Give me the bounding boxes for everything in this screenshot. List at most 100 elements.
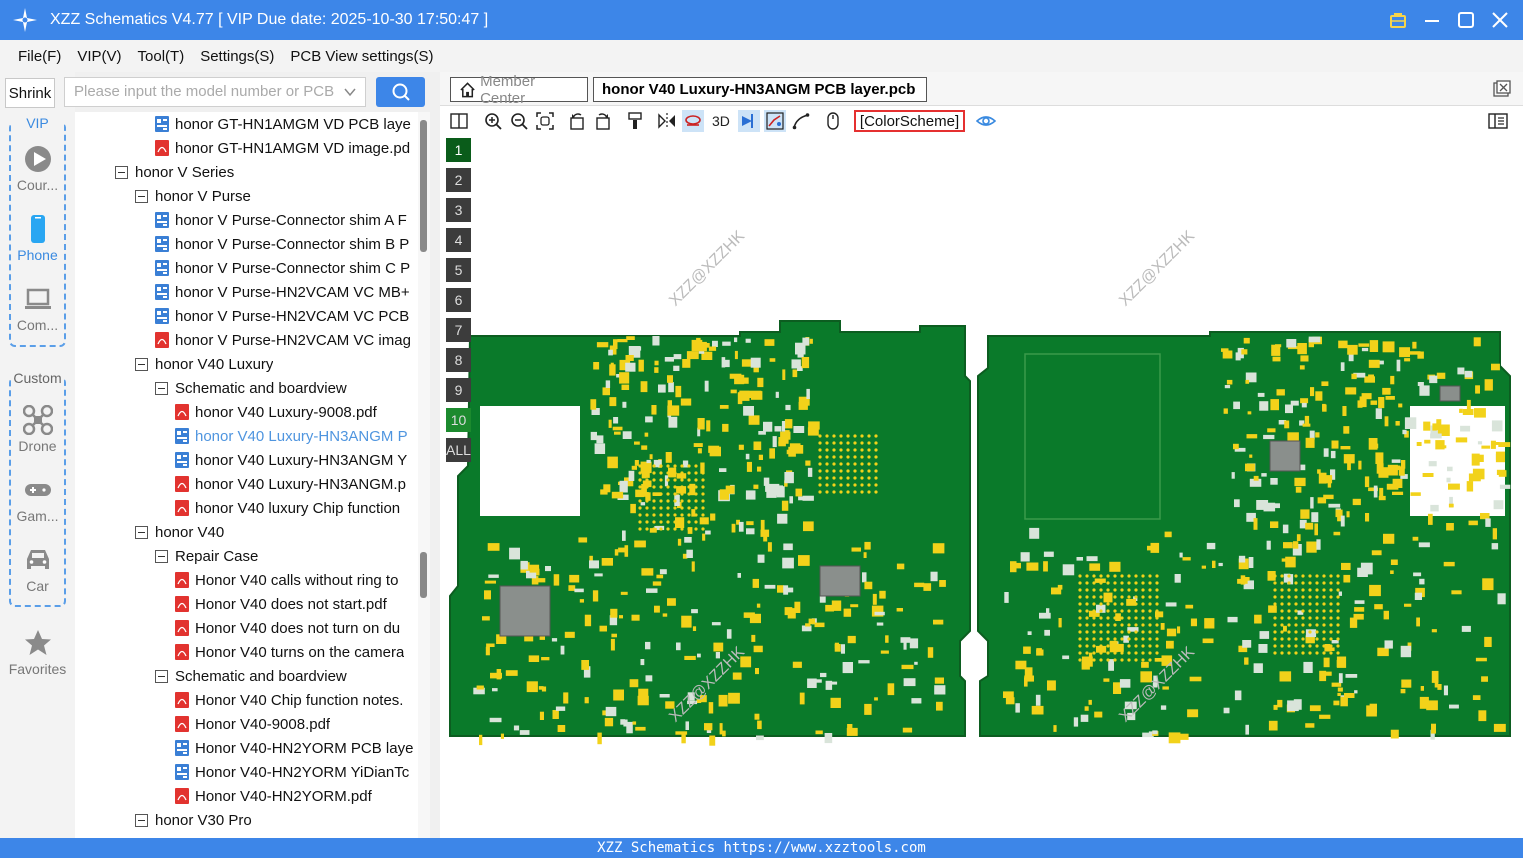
nav-computer[interactable]: Com... [11, 284, 64, 333]
rotate-left-icon[interactable] [566, 110, 588, 132]
mirror-icon[interactable] [656, 110, 678, 132]
maximize-button[interactable] [1453, 7, 1479, 33]
tree-scroll-thumb-secondary[interactable] [420, 552, 427, 598]
layer-button[interactable]: ALL [446, 438, 471, 462]
collapse-toggle-icon[interactable] [135, 813, 148, 827]
layer-button[interactable]: 1 [446, 138, 471, 162]
chevron-down-icon[interactable] [343, 85, 357, 99]
search-button[interactable] [376, 77, 425, 107]
split-view-icon[interactable] [448, 110, 470, 132]
tree-folder[interactable]: honor V40 Luxury [135, 352, 273, 376]
favorites-label: Favorites [8, 661, 67, 677]
menu-vip[interactable]: VIP(V) [69, 48, 129, 65]
tree-scrollbar[interactable] [418, 112, 430, 838]
mouse-icon[interactable] [822, 110, 844, 132]
tree-file[interactable]: honor V Purse-Connector shim A F [155, 208, 407, 232]
tree-item-label: honor GT-HN1AMGM VD PCB laye [175, 115, 411, 133]
three-d-button[interactable]: 3D [708, 110, 734, 132]
menu-pcb-view-settings[interactable]: PCB View settings(S) [282, 48, 441, 65]
layer-button[interactable]: 9 [446, 378, 471, 402]
collapse-toggle-icon[interactable] [115, 165, 128, 179]
tab-member-center[interactable]: Member Center [450, 73, 588, 107]
layer-button[interactable]: 6 [446, 288, 471, 312]
tree-file[interactable]: honor V40 Luxury-HN3ANGM P [175, 424, 408, 448]
tree-file[interactable]: Honor V40-HN2YORM PCB laye [175, 736, 413, 760]
tree-file[interactable]: Honor V40 turns on the camera [175, 640, 404, 664]
tree-folder[interactable]: Schematic and boardview [155, 664, 347, 688]
tree-folder[interactable]: honor V Series [115, 160, 234, 184]
tree-file[interactable]: honor V Purse-HN2VCAM VC imag [155, 328, 411, 352]
tree-file[interactable]: honor GT-HN1AMGM VD image.pd [155, 136, 410, 160]
nav-phone[interactable]: Phone [11, 214, 64, 263]
menu-tool[interactable]: Tool(T) [130, 48, 193, 65]
close-button[interactable] [1487, 7, 1513, 33]
tree-file[interactable]: honor GT-HN1AMGM VD PCB laye [155, 112, 411, 136]
tab-active-pcb[interactable]: honor V40 Luxury-HN3ANGM PCB layer.pcb [593, 77, 927, 102]
tree-file[interactable]: honor V40 Luxury-9008.pdf [175, 400, 377, 424]
layer-button[interactable]: 2 [446, 168, 471, 192]
tree-file[interactable]: Honor V40 calls without ring to [175, 568, 398, 592]
zoom-out-icon[interactable] [508, 110, 530, 132]
color-scheme-button[interactable]: [ColorScheme] [853, 110, 966, 132]
nav-games[interactable]: Gam... [11, 475, 64, 524]
nav-drone[interactable]: Drone [11, 405, 64, 454]
tree-file[interactable]: honor V40 luxury Chip function [175, 496, 400, 520]
nav-phone-label: Phone [17, 247, 58, 263]
nav-courses[interactable]: Cour... [11, 144, 64, 193]
tree-file[interactable]: honor V40 Luxury-HN3ANGM.p [175, 472, 406, 496]
tree-folder[interactable]: honor V30 Pro [135, 808, 252, 832]
tree-file[interactable]: honor V Purse-Connector shim B P [155, 232, 409, 256]
layer-button[interactable]: 8 [446, 348, 471, 372]
collapse-toggle-icon[interactable] [135, 525, 148, 539]
eye-icon[interactable] [975, 110, 997, 132]
tree-folder[interactable]: Schematic and boardview [155, 376, 347, 400]
layer-view-icon[interactable] [682, 110, 704, 132]
layer-button[interactable]: 3 [446, 198, 471, 222]
shrink-button[interactable]: Shrink [5, 78, 55, 108]
tree-file[interactable]: Honor V40-9008.pdf [175, 712, 330, 736]
layer-button[interactable]: 4 [446, 228, 471, 252]
menu-file[interactable]: File(F) [10, 48, 69, 65]
tree-scroll-thumb[interactable] [420, 120, 427, 252]
collapse-toggle-icon[interactable] [155, 669, 168, 683]
collapse-toggle-icon[interactable] [155, 549, 168, 563]
net-highlight-icon[interactable] [763, 110, 786, 132]
zoom-in-icon[interactable] [482, 110, 504, 132]
tree-folder[interactable]: honor V Purse [135, 184, 251, 208]
collapse-toggle-icon[interactable] [155, 381, 168, 395]
tree-item-label: honor V30 Pro [155, 811, 252, 829]
tree-item-label: honor V40 Luxury-HN3ANGM Y [195, 451, 408, 469]
vip-bag-icon[interactable] [1385, 7, 1411, 33]
paint-brush-icon[interactable] [624, 110, 646, 132]
minimize-button[interactable] [1419, 7, 1445, 33]
tree-file[interactable]: Honor V40 Chip function notes. [175, 688, 403, 712]
search-input[interactable]: Please input the model number or PCB [64, 77, 366, 107]
tree-folder[interactable]: Repair Case [155, 544, 258, 568]
collapse-toggle-icon[interactable] [135, 189, 148, 203]
close-all-tabs-icon[interactable] [1493, 80, 1511, 98]
tree-file[interactable]: honor V Purse-HN2VCAM VC PCB [155, 304, 409, 328]
arrow-select-icon[interactable] [737, 110, 760, 132]
trace-icon[interactable] [790, 110, 812, 132]
tree-item-label: Repair Case [175, 547, 259, 565]
tree-file[interactable]: Honor V40 does not start.pdf [175, 592, 387, 616]
menu-settings[interactable]: Settings(S) [192, 48, 282, 65]
nav-favorites[interactable]: Favorites [0, 628, 75, 677]
panel-toggle-icon[interactable] [1487, 110, 1509, 132]
layer-button[interactable]: 7 [446, 318, 471, 342]
rotate-right-icon[interactable] [592, 110, 614, 132]
fit-view-icon[interactable] [534, 110, 556, 132]
tree-file[interactable]: Honor V40-HN2YORM.pdf [175, 784, 372, 808]
tree-file[interactable]: Honor V40-HN2YORM YiDianTc [175, 760, 409, 784]
layer-button[interactable]: 10 [446, 408, 471, 432]
collapse-toggle-icon[interactable] [135, 357, 148, 371]
tree-file[interactable]: honor V Purse-HN2VCAM VC MB+ [155, 280, 410, 304]
tree-folder[interactable]: honor V40 [135, 520, 224, 544]
pcb-canvas[interactable]: XZZ@XZZHK XZZ@XZZHK XZZ@XZZHK XZZ@XZZHK [440, 136, 1523, 838]
tree-file[interactable]: Honor V40 does not turn on du [175, 616, 400, 640]
pcb-board-drawing[interactable] [440, 136, 1523, 838]
nav-car[interactable]: Car [11, 545, 64, 594]
tree-file[interactable]: honor V40 Luxury-HN3ANGM Y [175, 448, 407, 472]
layer-button[interactable]: 5 [446, 258, 471, 282]
tree-file[interactable]: honor V Purse-Connector shim C P [155, 256, 410, 280]
